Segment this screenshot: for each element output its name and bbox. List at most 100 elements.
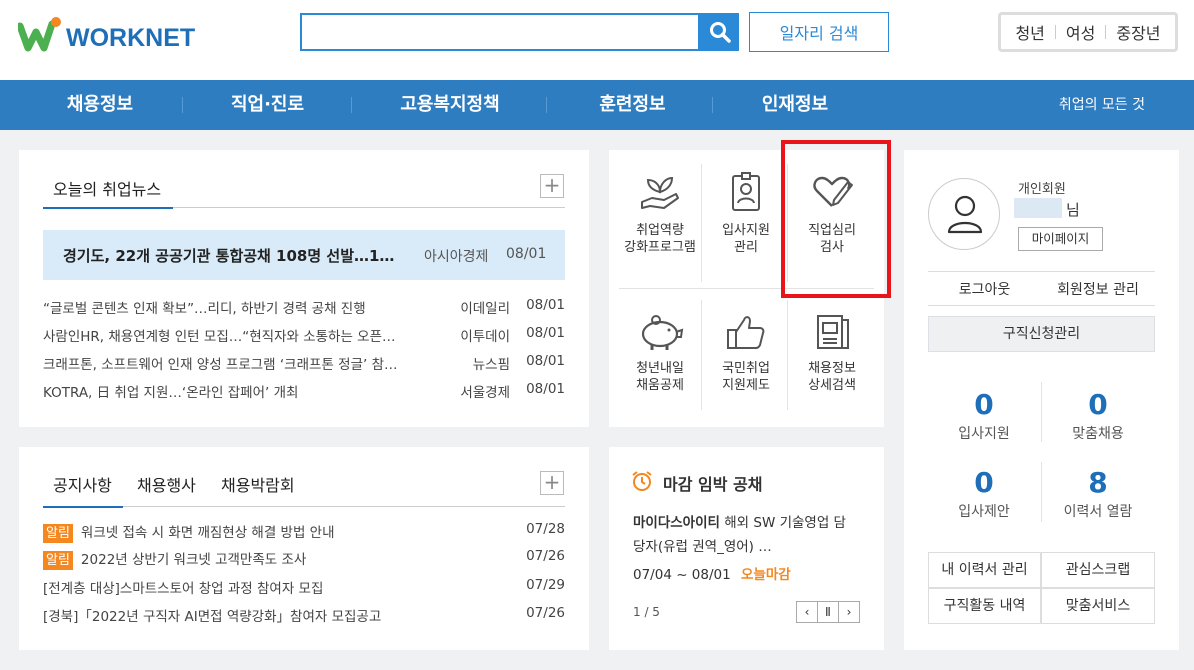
service-application-mgmt[interactable]: 입사지원 관리: [703, 170, 789, 256]
tab-today-news[interactable]: 오늘의 취업뉴스: [53, 176, 161, 200]
headline-title: 경기도, 22개 공공기관 통합공채 108명 선발…1…: [63, 247, 395, 265]
service-label: 청년내일: [636, 361, 684, 376]
news-more-button[interactable]: +: [540, 174, 564, 198]
deadline-desc: 해외 SW 기술영업 담: [724, 515, 846, 531]
logout-link[interactable]: 로그아웃: [928, 279, 1041, 299]
service-employment-program[interactable]: 취업역량 강화프로그램: [617, 170, 703, 256]
deadline-card: 마감 임박 공채 마이다스아이티 해외 SW 기술영업 담 당자(유럽 권역_영…: [609, 447, 884, 650]
news-item[interactable]: 크래프톤, 소프트웨어 인재 양성 프로그램 ‘크래프톤 정글’ 참… 뉴스핌 …: [43, 353, 565, 375]
news-source: 뉴스핌: [472, 357, 510, 373]
deadline-company: 마이다스아이티: [633, 515, 720, 531]
nav-recruit[interactable]: 채용정보: [30, 80, 170, 130]
notice-date: 07/26: [526, 548, 565, 564]
plant-hand-icon: [641, 176, 679, 209]
notice-item[interactable]: 알림 2022년 상반기 워크넷 고객만족도 조사 07/26: [43, 548, 565, 570]
nav-talent[interactable]: 인재정보: [725, 80, 865, 130]
custom-service-button[interactable]: 맞춤서비스: [1041, 588, 1155, 624]
stat-applications-count[interactable]: 0: [934, 388, 1034, 421]
age-women-link[interactable]: 여성: [1066, 20, 1095, 44]
divider: [1041, 382, 1042, 442]
service-label: 상세검색: [808, 378, 856, 393]
news-item[interactable]: 사람인HR, 채용연계형 인턴 모집…“현직자와 소통하는 오픈… 이투데이 0…: [43, 325, 565, 347]
nav-divider: [546, 97, 547, 113]
divider: [1054, 25, 1056, 39]
stat-resume-views-count[interactable]: 8: [1048, 466, 1148, 499]
tab-notice[interactable]: 공지사항: [53, 472, 112, 496]
main-nav: 채용정보 직업·진로 고용복지정책 훈련정보 인재정보 취업의 모든 것: [0, 80, 1194, 130]
stat-matched-count[interactable]: 0: [1048, 388, 1148, 421]
notice-title: [경북]「2022년 구직자 AI면접 역량강화」참여자 모집공고: [43, 609, 382, 625]
service-label: 채용정보: [808, 361, 856, 376]
nav-all-link[interactable]: 취업의 모든 것: [1059, 80, 1145, 130]
news-item[interactable]: KOTRA, 日 취업 지원…‘온라인 잡페어’ 개최 서울경제 08/01: [43, 381, 565, 403]
age-group-selector: 청년 여성 중장년: [998, 12, 1178, 52]
tab-job-events[interactable]: 채용행사: [137, 472, 196, 496]
mypage-button[interactable]: 마이페이지: [1018, 227, 1103, 251]
stat-matched-label: 맞춤채용: [1072, 426, 1124, 442]
notice-item[interactable]: [경북]「2022년 구직자 AI면접 역량강화」참여자 모집공고 07/26: [43, 605, 565, 627]
nav-training[interactable]: 훈련정보: [560, 80, 705, 130]
news-date: 08/01: [526, 325, 565, 341]
deadline-pager: ‹ Ⅱ ›: [796, 601, 860, 623]
alarm-clock-icon: [632, 471, 652, 491]
news-title: KOTRA, 日 취업 지원…‘온라인 잡페어’ 개최: [43, 385, 299, 401]
service-label: 강화프로그램: [624, 240, 696, 255]
highlight-box: [781, 140, 891, 298]
notice-date: 07/26: [526, 605, 565, 621]
divider: [1041, 462, 1042, 522]
user-icon: [947, 195, 983, 234]
search-icon: [709, 22, 731, 43]
notice-more-button[interactable]: +: [540, 471, 564, 495]
service-detailed-search[interactable]: 채용정보 상세검색: [789, 312, 875, 394]
scrap-button[interactable]: 관심스크랩: [1041, 552, 1155, 588]
notice-date: 07/29: [526, 577, 565, 593]
active-tab-underline: [43, 207, 173, 209]
service-label: 국민취업: [722, 361, 770, 376]
search-input[interactable]: [300, 13, 700, 51]
pause-button[interactable]: Ⅱ: [817, 601, 839, 623]
notice-item[interactable]: 알림 워크넷 접속 시 화면 깨짐현상 해결 방법 안내 07/28: [43, 521, 565, 543]
stat-resume-views-label: 이력서 열람: [1063, 504, 1133, 520]
logo-mark-icon: [16, 17, 61, 52]
service-youth-savings[interactable]: 청년내일 채움공제: [617, 312, 703, 394]
page-indicator: 1 / 5: [633, 605, 660, 619]
news-title: 사람인HR, 채용연계형 인턴 모집…“현직자와 소통하는 오픈…: [43, 329, 396, 345]
deadline-job[interactable]: 마이다스아이티 해외 SW 기술영업 담 당자(유럽 권역_영어) …: [633, 511, 865, 559]
member-card: 개인회원 님 마이페이지 로그아웃 회원정보 관리 구직신청관리 0 입사지원 …: [904, 150, 1179, 650]
member-name-masked: [1014, 198, 1062, 218]
news-source: 이투데이: [460, 329, 510, 345]
age-youth-link[interactable]: 청년: [1015, 20, 1044, 44]
nav-career[interactable]: 직업·진로: [195, 80, 340, 130]
alert-badge: 알림: [43, 524, 73, 543]
notice-item[interactable]: [전계층 대상]스마트스토어 창업 과정 참여자 모집 07/29: [43, 577, 565, 599]
edit-profile-link[interactable]: 회원정보 관리: [1041, 279, 1155, 299]
search-button[interactable]: [700, 13, 739, 51]
deadline-desc: 당자(유럽 권역_영어) …: [633, 539, 772, 555]
service-label: 입사지원: [722, 223, 770, 238]
piggy-bank-icon: [641, 315, 684, 350]
news-source: 서울경제: [460, 385, 510, 401]
news-item[interactable]: “글로벌 콘텐츠 인재 확보”…리디, 하반기 경력 공채 진행 이데일리 08…: [43, 297, 565, 319]
service-national-employment[interactable]: 국민취업 지원제도: [703, 312, 789, 394]
nav-divider: [182, 97, 183, 113]
job-search-button[interactable]: 일자리 검색: [749, 12, 889, 52]
headline-date: 08/01: [506, 246, 547, 262]
notice-date: 07/28: [526, 521, 565, 537]
stat-offers-count[interactable]: 0: [934, 466, 1034, 499]
deadline-dates: 07/04 ~ 08/01: [633, 567, 731, 583]
news-headline[interactable]: 경기도, 22개 공공기관 통합공채 108명 선발…1… 아시아경제 08/0…: [43, 230, 565, 280]
activity-history-button[interactable]: 구직활동 내역: [928, 588, 1041, 624]
nav-welfare[interactable]: 고용복지정책: [365, 80, 535, 130]
member-type: 개인회원: [1018, 182, 1066, 197]
tab-job-fairs[interactable]: 채용박람회: [221, 472, 295, 496]
news-source: 이데일리: [460, 301, 510, 317]
my-resume-button[interactable]: 내 이력서 관리: [928, 552, 1041, 588]
stat-offers-label: 입사제안: [958, 504, 1010, 520]
job-request-button[interactable]: 구직신청관리: [928, 316, 1155, 352]
stat-applications-label: 입사지원: [958, 426, 1010, 442]
prev-button[interactable]: ‹: [796, 601, 818, 623]
document-search-icon: [817, 315, 849, 349]
next-button[interactable]: ›: [838, 601, 860, 623]
worknet-logo[interactable]: WORKNET: [16, 14, 195, 54]
age-middle-link[interactable]: 중장년: [1116, 20, 1160, 44]
